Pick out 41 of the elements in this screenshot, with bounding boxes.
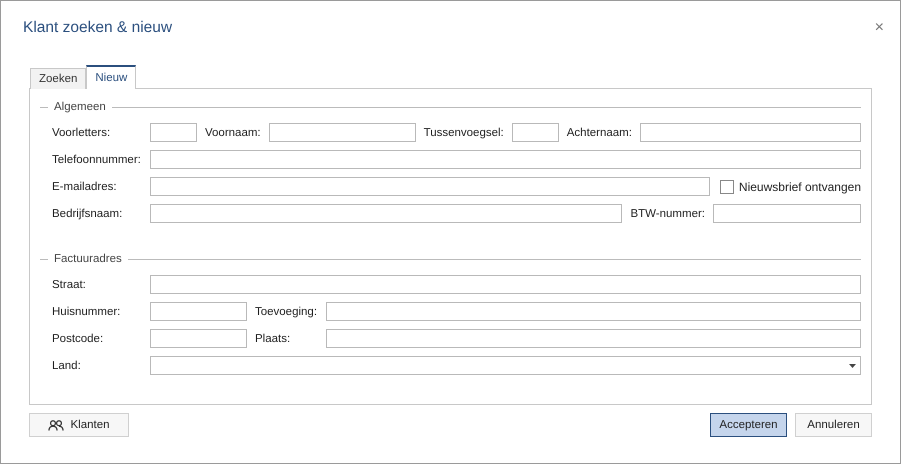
field-label: Voornaam:: [205, 126, 261, 138]
text-field[interactable]: [713, 204, 861, 223]
customers-button[interactable]: Klanten: [29, 413, 129, 437]
text-field[interactable]: [150, 177, 710, 196]
field-label: Telefoonnummer:: [52, 154, 142, 166]
checkbox[interactable]: [720, 180, 734, 194]
window-title: Klant zoeken & nieuw: [23, 19, 172, 37]
field-label: Voorletters:: [52, 126, 112, 138]
text-field[interactable]: [150, 123, 197, 142]
field-label: E-mailadres:: [52, 180, 118, 192]
text-field[interactable]: [512, 123, 559, 142]
text-field[interactable]: [640, 123, 861, 142]
text-field[interactable]: [150, 302, 247, 321]
section-heading: Factuuradres: [54, 253, 122, 265]
checkbox-label[interactable]: Nieuwsbrief ontvangen: [738, 180, 861, 194]
text-field[interactable]: [150, 204, 622, 223]
people-icon: [48, 420, 64, 430]
text-field[interactable]: [326, 329, 861, 348]
tab[interactable]: Zoeken: [30, 68, 86, 89]
field-label: Tussenvoegsel:: [424, 126, 504, 138]
field-label: Plaats:: [255, 332, 292, 344]
field-label: Huisnummer:: [52, 306, 122, 318]
tab[interactable]: Nieuw: [86, 65, 136, 89]
dialog-button[interactable]: Accepteren: [710, 413, 787, 437]
field-label: Straat:: [52, 278, 87, 290]
text-field[interactable]: [150, 329, 247, 348]
field-label: Toevoeging:: [255, 306, 318, 318]
field-label: Postcode:: [52, 332, 104, 344]
field-label: BTW-nummer:: [630, 208, 705, 220]
field-label: Land:: [52, 360, 82, 372]
text-field[interactable]: [326, 302, 861, 321]
text-field[interactable]: [150, 150, 861, 169]
text-field[interactable]: [268, 123, 416, 142]
dropdown-arrow-icon: [849, 364, 856, 368]
close-button[interactable]: ×: [874, 19, 884, 37]
field-label: Achternaam:: [566, 126, 632, 138]
field-label: Bedrijfsnaam:: [52, 208, 124, 220]
section-heading: Algemeen: [54, 101, 106, 113]
text-field[interactable]: [150, 275, 861, 294]
dialog-button[interactable]: Annuleren: [795, 413, 872, 437]
dropdown-field[interactable]: [150, 356, 861, 375]
